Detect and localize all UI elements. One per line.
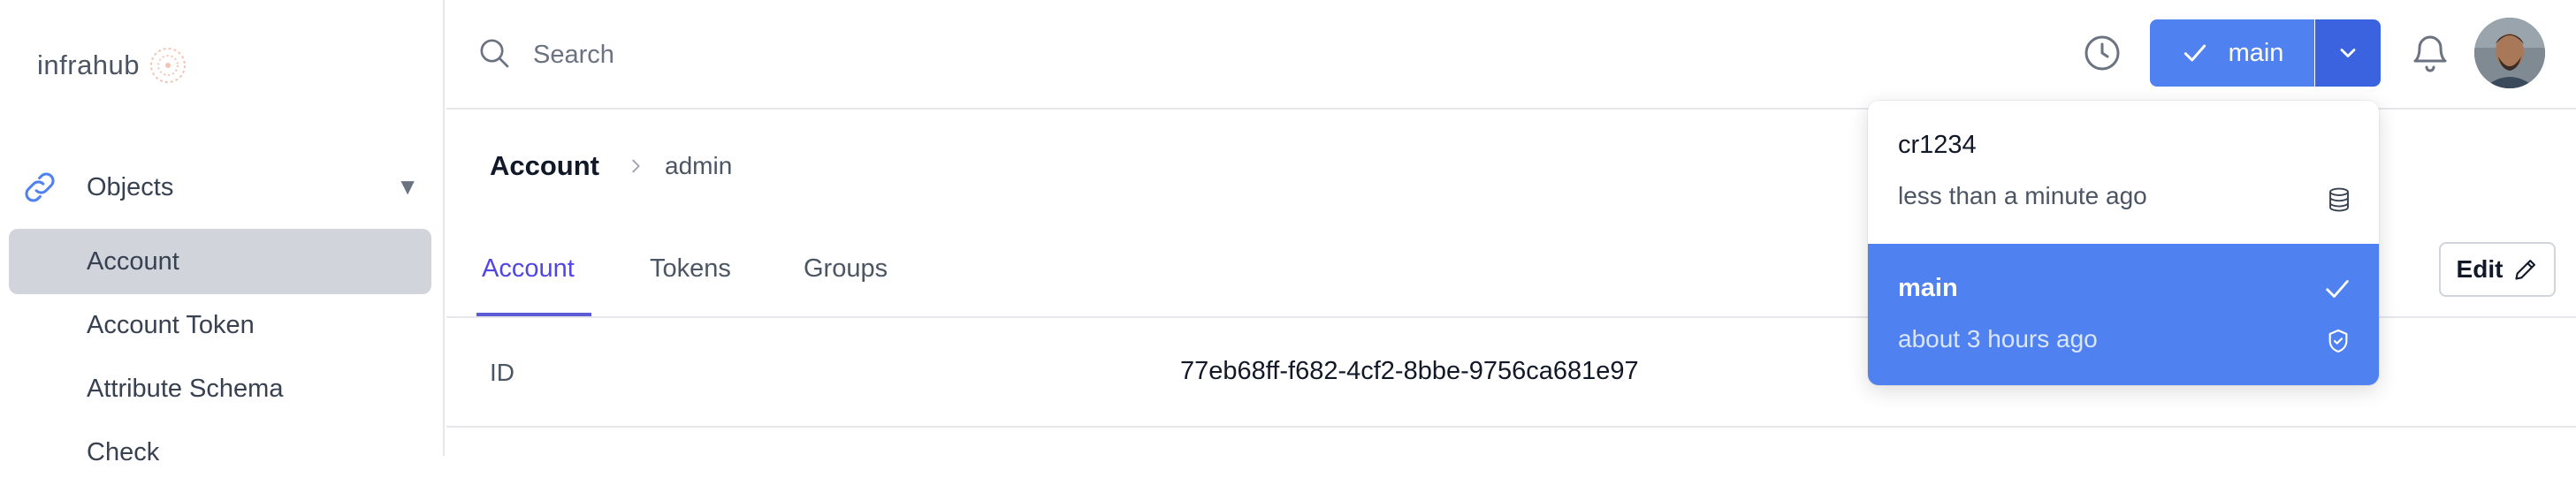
check-icon: [2326, 280, 2349, 298]
logo-text: infrahub: [37, 49, 141, 80]
caret-down-icon[interactable]: ▼: [396, 173, 419, 201]
link-icon: [25, 172, 55, 202]
edit-button-label: Edit: [2456, 255, 2504, 283]
branch-option-name: cr1234: [1898, 131, 1977, 159]
pencil-icon: [2515, 260, 2536, 280]
chevron-down-icon: [2340, 49, 2356, 57]
branch-option-cr1234[interactable]: cr1234 less than a minute ago: [1868, 101, 2379, 244]
detail-value: 77eb68ff-f682-4cf2-8bbe-9756ca681e97: [1180, 357, 1639, 385]
shield-check-icon: [2328, 329, 2348, 353]
bell-icon[interactable]: [2409, 32, 2451, 74]
sidebar-group-label: Objects: [87, 172, 174, 201]
sidebar-item-label: Attribute Schema: [87, 374, 284, 403]
search-input[interactable]: [531, 30, 1596, 80]
top-bar: main: [446, 0, 2576, 110]
breadcrumb: Account admin: [490, 150, 732, 182]
breadcrumb-root[interactable]: Account: [490, 150, 599, 182]
branch-dropdown-menu: cr1234 less than a minute ago main about…: [1868, 101, 2379, 385]
sidebar-item-check[interactable]: Check: [9, 420, 431, 485]
sidebar-group-objects[interactable]: Objects ▼: [19, 164, 426, 210]
app-logo[interactable]: infrahub: [37, 46, 187, 85]
branch-option-time: less than a minute ago: [1898, 182, 2147, 209]
avatar[interactable]: [2474, 18, 2545, 88]
branch-name: main: [2228, 38, 2284, 67]
database-icon: [2329, 187, 2349, 212]
check-icon: [2184, 44, 2206, 62]
active-tab-indicator: [476, 313, 591, 316]
edit-button[interactable]: Edit: [2439, 242, 2556, 297]
user-avatar-image: [2474, 18, 2545, 88]
branch-option-time: about 3 hours ago: [1898, 325, 2098, 352]
breadcrumb-current: admin: [665, 152, 733, 179]
tab-groups[interactable]: Groups: [804, 254, 888, 284]
sidebar-item-label: Check: [87, 437, 160, 466]
sidebar-item-attribute-schema[interactable]: Attribute Schema: [9, 356, 431, 421]
sidebar: infrahub Objects ▼ Account Account Token…: [0, 0, 445, 466]
sidebar-item-label: Account: [87, 246, 179, 276]
sidebar-item-account-token[interactable]: Account Token: [9, 292, 431, 358]
search-icon: [480, 39, 509, 68]
tab-account[interactable]: Account: [482, 254, 575, 284]
branch-option-name: main: [1898, 274, 1958, 302]
logo-mark-icon: [150, 48, 187, 83]
clock-icon[interactable]: [2081, 32, 2123, 74]
branch-dropdown-toggle[interactable]: [2315, 19, 2381, 87]
sidebar-item-account[interactable]: Account: [9, 229, 431, 294]
tab-tokens[interactable]: Tokens: [650, 254, 731, 284]
branch-selector-button[interactable]: main: [2150, 19, 2314, 87]
detail-label: ID: [490, 359, 514, 386]
branch-option-main[interactable]: main about 3 hours ago: [1868, 244, 2379, 385]
chevron-right-icon: [632, 159, 640, 173]
sidebar-item-label: Account Token: [87, 310, 255, 339]
